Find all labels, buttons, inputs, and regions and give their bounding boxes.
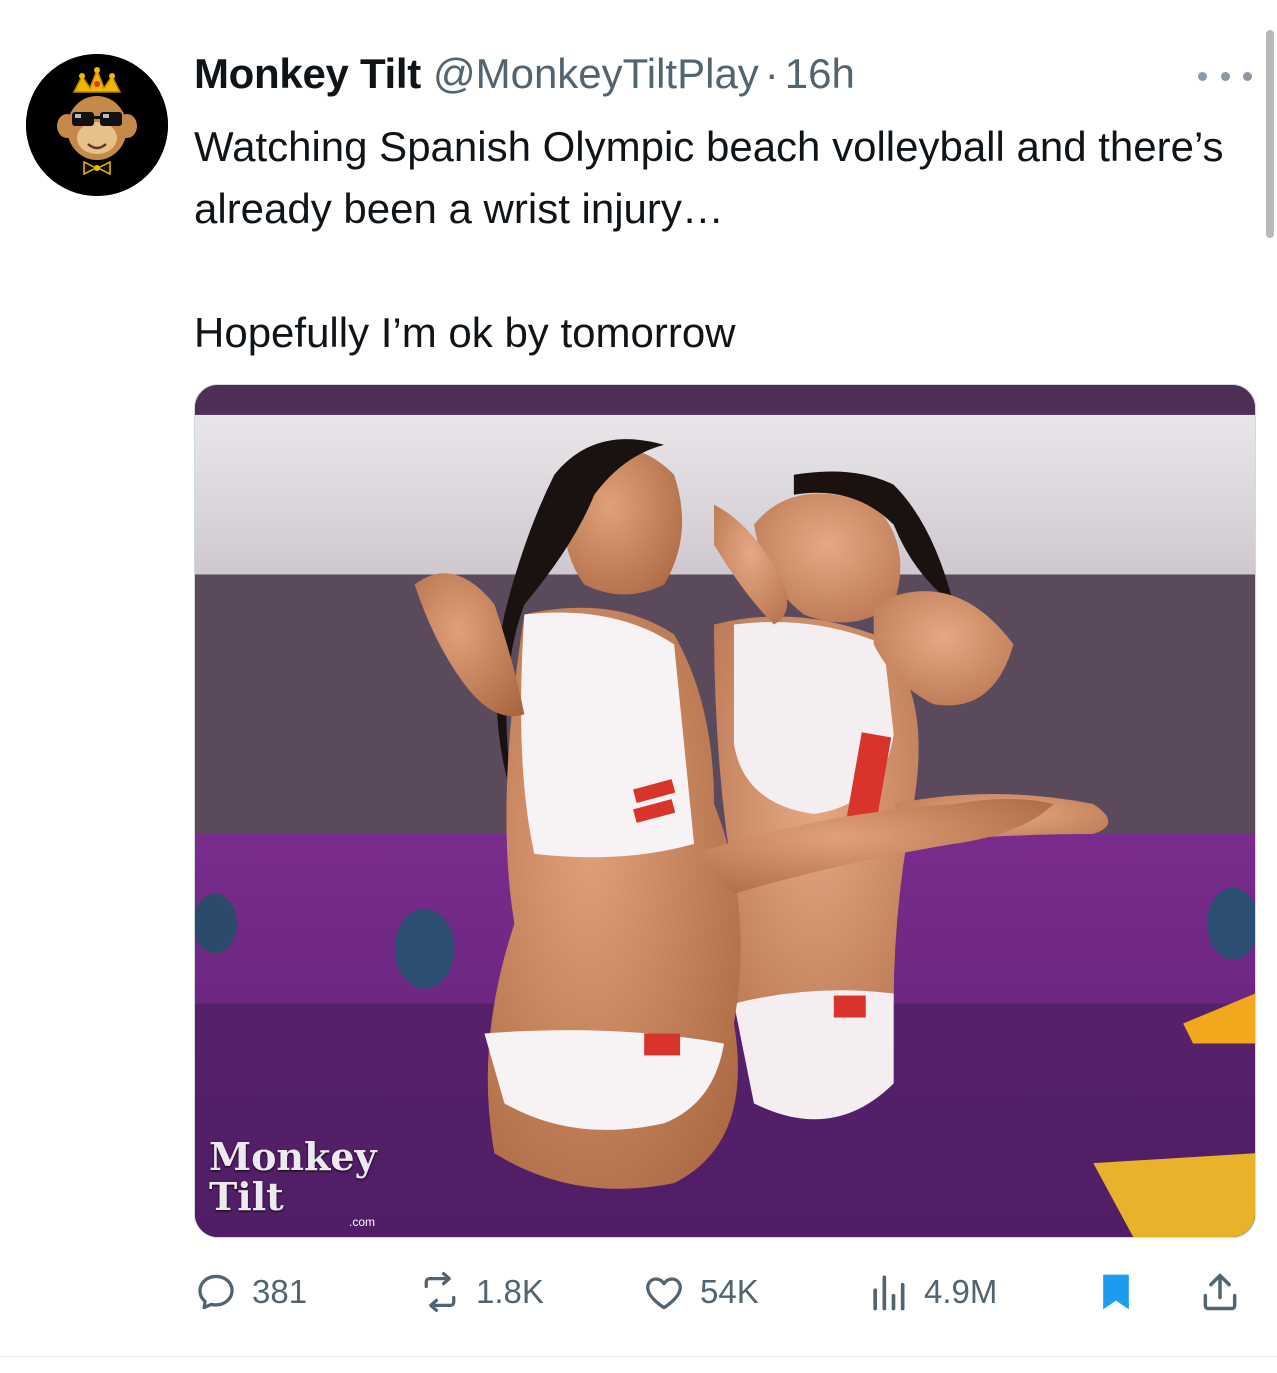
share-icon [1203,1273,1237,1311]
tweet-header: Monkey Tilt @MonkeyTiltPlay · 16h [194,50,855,106]
repost-icon [424,1272,456,1312]
watermark: Monkey Tilt .com [209,1134,399,1230]
views-icon [873,1275,905,1311]
divider [0,1356,1277,1357]
user-handle[interactable]: @MonkeyTiltPlay [433,50,759,98]
more-dot [1220,71,1230,81]
watermark-text: Monkey Tilt [209,1134,377,1219]
reply-icon [198,1274,234,1310]
bookmark-icon [1103,1274,1129,1310]
more-dot [1243,71,1252,81]
bookmark-button[interactable] [1094,1262,1152,1322]
action-bar: 381 1.8K 54K 4.9M [190,1262,1260,1322]
reply-button[interactable]: 381 [194,1262,307,1322]
heart-icon [646,1277,682,1310]
repost-count: 1.8K [476,1273,544,1310]
share-button[interactable] [1198,1262,1256,1322]
repost-button[interactable]: 1.8K [418,1262,544,1322]
more-dot [1198,71,1207,81]
views-count: 4.9M [924,1273,998,1310]
avatar[interactable] [26,54,168,196]
scrollbar[interactable] [1266,30,1274,238]
photo [195,385,1255,1237]
display-name[interactable]: Monkey Tilt [194,50,421,98]
tweet[interactable]: Monkey Tilt @MonkeyTiltPlay · 16h Watchi… [0,0,1277,1373]
like-count: 54K [700,1273,759,1310]
watermark-sub: .com [349,1215,376,1229]
more-icon[interactable] [1198,66,1252,86]
monkey-logo-icon [26,54,168,196]
timestamp[interactable]: 16h [785,50,855,98]
separator: · [764,50,779,97]
tweet-text-line: Hopefully I’m ok by tomorrow [194,309,736,356]
tweet-media[interactable]: Monkey Tilt .com [194,384,1256,1238]
reply-count: 381 [252,1273,308,1310]
like-button[interactable]: 54K [642,1262,759,1322]
tweet-text: Watching Spanish Olympic beach volleybal… [194,116,1254,364]
views-button[interactable]: 4.9M [866,1262,997,1322]
tweet-text-line: Watching Spanish Olympic beach volleybal… [194,123,1224,232]
